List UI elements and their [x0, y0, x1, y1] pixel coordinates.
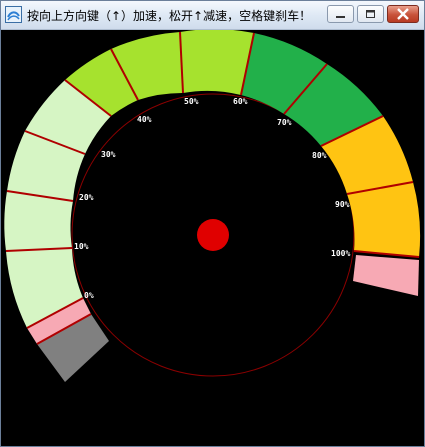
label-30: 30%: [101, 150, 116, 159]
label-50: 50%: [184, 97, 199, 106]
window-title: 按向上方向键（↑）加速，松开↑减速，空格键刹车！: [27, 9, 312, 23]
band-segment-90-100: [347, 182, 421, 257]
band-overflow-right: [353, 255, 419, 296]
close-icon: [397, 8, 409, 20]
label-10: 10%: [74, 242, 89, 251]
label-60: 60%: [233, 97, 248, 106]
needle-hub: [197, 219, 229, 251]
minimize-icon: [336, 16, 345, 18]
title-bar[interactable]: 按向上方向键（↑）加速，松开↑减速，空格键刹车！: [1, 1, 424, 30]
label-70: 70%: [277, 118, 292, 127]
maximize-icon: [366, 10, 375, 18]
label-0: 0%: [84, 291, 94, 300]
label-40: 40%: [137, 115, 152, 124]
app-window: 按向上方向键（↑）加速，松开↑减速，空格键刹车！ 0% 10% 20% 30% …: [0, 0, 425, 447]
minimize-button[interactable]: [327, 5, 354, 23]
app-icon: [5, 6, 22, 23]
speedometer-canvas: 0% 10% 20% 30% 40% 50% 60% 70% 80% 90% 1…: [4, 30, 421, 382]
label-100: 100%: [331, 249, 350, 258]
label-90: 90%: [335, 200, 350, 209]
maximize-button[interactable]: [357, 5, 384, 23]
label-80: 80%: [312, 151, 327, 160]
label-20: 20%: [79, 193, 94, 202]
close-button[interactable]: [387, 5, 419, 23]
